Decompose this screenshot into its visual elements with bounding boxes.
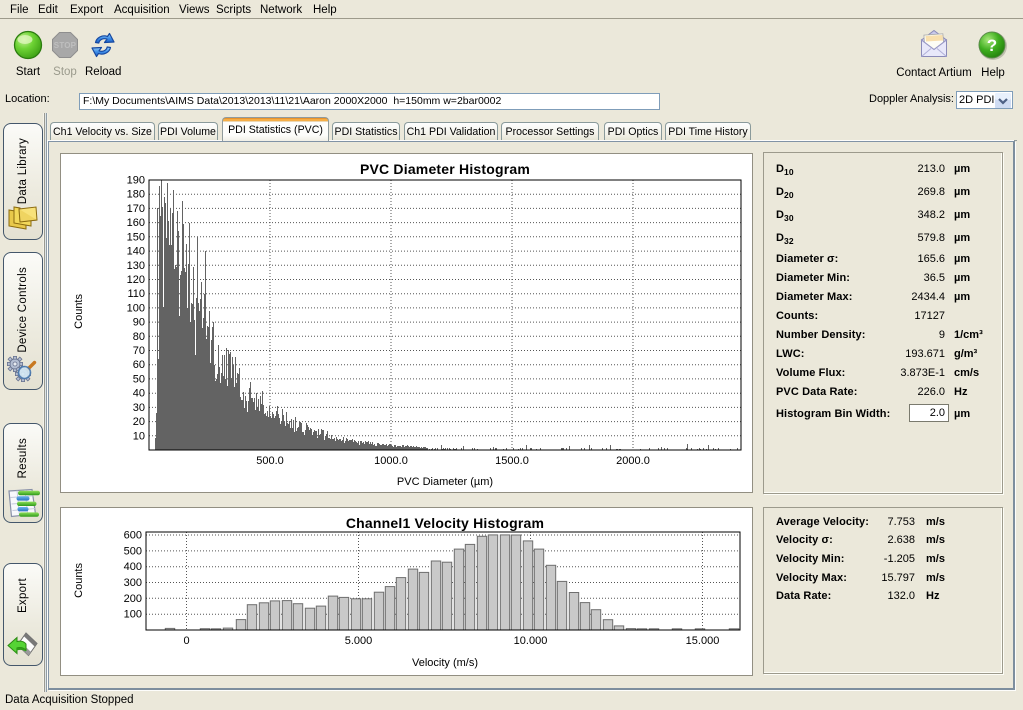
svg-text:200: 200 (124, 593, 142, 605)
svg-text:100: 100 (124, 609, 142, 621)
svg-text:?: ? (987, 36, 997, 55)
svg-text:150: 150 (127, 231, 145, 243)
svg-text:1000.0: 1000.0 (374, 455, 408, 467)
svg-text:300: 300 (124, 577, 142, 589)
svg-text:400: 400 (124, 561, 142, 573)
svg-text:130: 130 (127, 260, 145, 272)
svg-text:500.0: 500.0 (256, 455, 284, 467)
svg-text:30: 30 (133, 402, 145, 414)
svg-text:600: 600 (124, 530, 142, 542)
svg-text:110: 110 (127, 288, 145, 300)
svg-text:160: 160 (127, 217, 145, 229)
svg-text:60: 60 (133, 359, 145, 371)
svg-text:50: 50 (133, 373, 145, 385)
svg-text:20: 20 (133, 416, 145, 428)
svg-text:STOP: STOP (54, 41, 77, 50)
svg-text:500: 500 (124, 545, 142, 557)
svg-text:90: 90 (133, 317, 145, 329)
svg-text:10.000: 10.000 (514, 635, 548, 647)
svg-text:180: 180 (127, 189, 145, 201)
svg-text:70: 70 (133, 345, 145, 357)
svg-text:2000.0: 2000.0 (616, 455, 650, 467)
svg-text:0: 0 (183, 635, 189, 647)
svg-text:100: 100 (127, 302, 145, 314)
svg-text:80: 80 (133, 331, 145, 343)
svg-text:140: 140 (127, 246, 145, 258)
svg-text:120: 120 (127, 274, 145, 286)
svg-text:170: 170 (127, 203, 145, 215)
svg-text:1500.0: 1500.0 (495, 455, 529, 467)
svg-text:15.000: 15.000 (686, 635, 720, 647)
svg-text:190: 190 (127, 175, 145, 187)
svg-text:5.000: 5.000 (345, 635, 373, 647)
svg-text:40: 40 (133, 388, 145, 400)
svg-text:10: 10 (133, 430, 145, 442)
